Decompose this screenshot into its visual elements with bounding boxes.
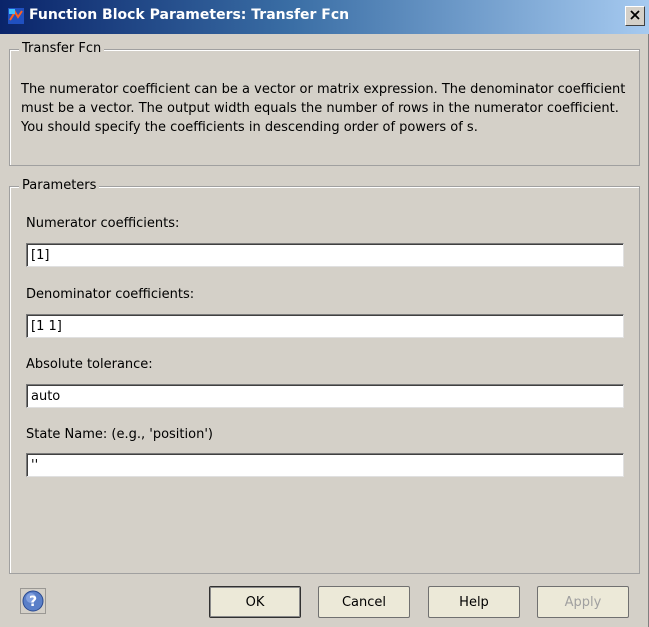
denominator-label: Denominator coefficients: bbox=[26, 287, 195, 302]
parameters-group: Parameters Numerator coefficients: Denom… bbox=[9, 178, 640, 574]
help-question-icon[interactable]: ? bbox=[20, 588, 46, 614]
description-group-legend: Transfer Fcn bbox=[19, 41, 105, 57]
help-button[interactable]: Help bbox=[428, 586, 520, 618]
block-description: The numerator coefficient can be a vecto… bbox=[21, 82, 626, 135]
state-name-label: State Name: (e.g., 'position') bbox=[26, 427, 213, 442]
close-button[interactable] bbox=[625, 6, 645, 26]
svg-text:?: ? bbox=[29, 594, 37, 610]
close-icon bbox=[630, 9, 640, 24]
numerator-label: Numerator coefficients: bbox=[26, 216, 180, 231]
ok-button[interactable]: OK bbox=[209, 586, 301, 618]
window-title: Function Block Parameters: Transfer Fcn bbox=[29, 7, 350, 23]
simulink-block-icon bbox=[8, 8, 24, 24]
title-bar[interactable]: Function Block Parameters: Transfer Fcn bbox=[0, 0, 649, 34]
numerator-input[interactable] bbox=[26, 243, 624, 267]
cancel-button[interactable]: Cancel bbox=[318, 586, 410, 618]
state-name-input[interactable] bbox=[26, 453, 624, 477]
parameters-group-legend: Parameters bbox=[19, 178, 100, 194]
dialog-window: Function Block Parameters: Transfer Fcn … bbox=[0, 0, 649, 627]
apply-button[interactable]: Apply bbox=[537, 586, 629, 618]
description-group: Transfer Fcn The numerator coefficient c… bbox=[9, 41, 640, 166]
absolute-tolerance-label: Absolute tolerance: bbox=[26, 357, 153, 372]
absolute-tolerance-input[interactable] bbox=[26, 384, 624, 408]
denominator-input[interactable] bbox=[26, 314, 624, 338]
